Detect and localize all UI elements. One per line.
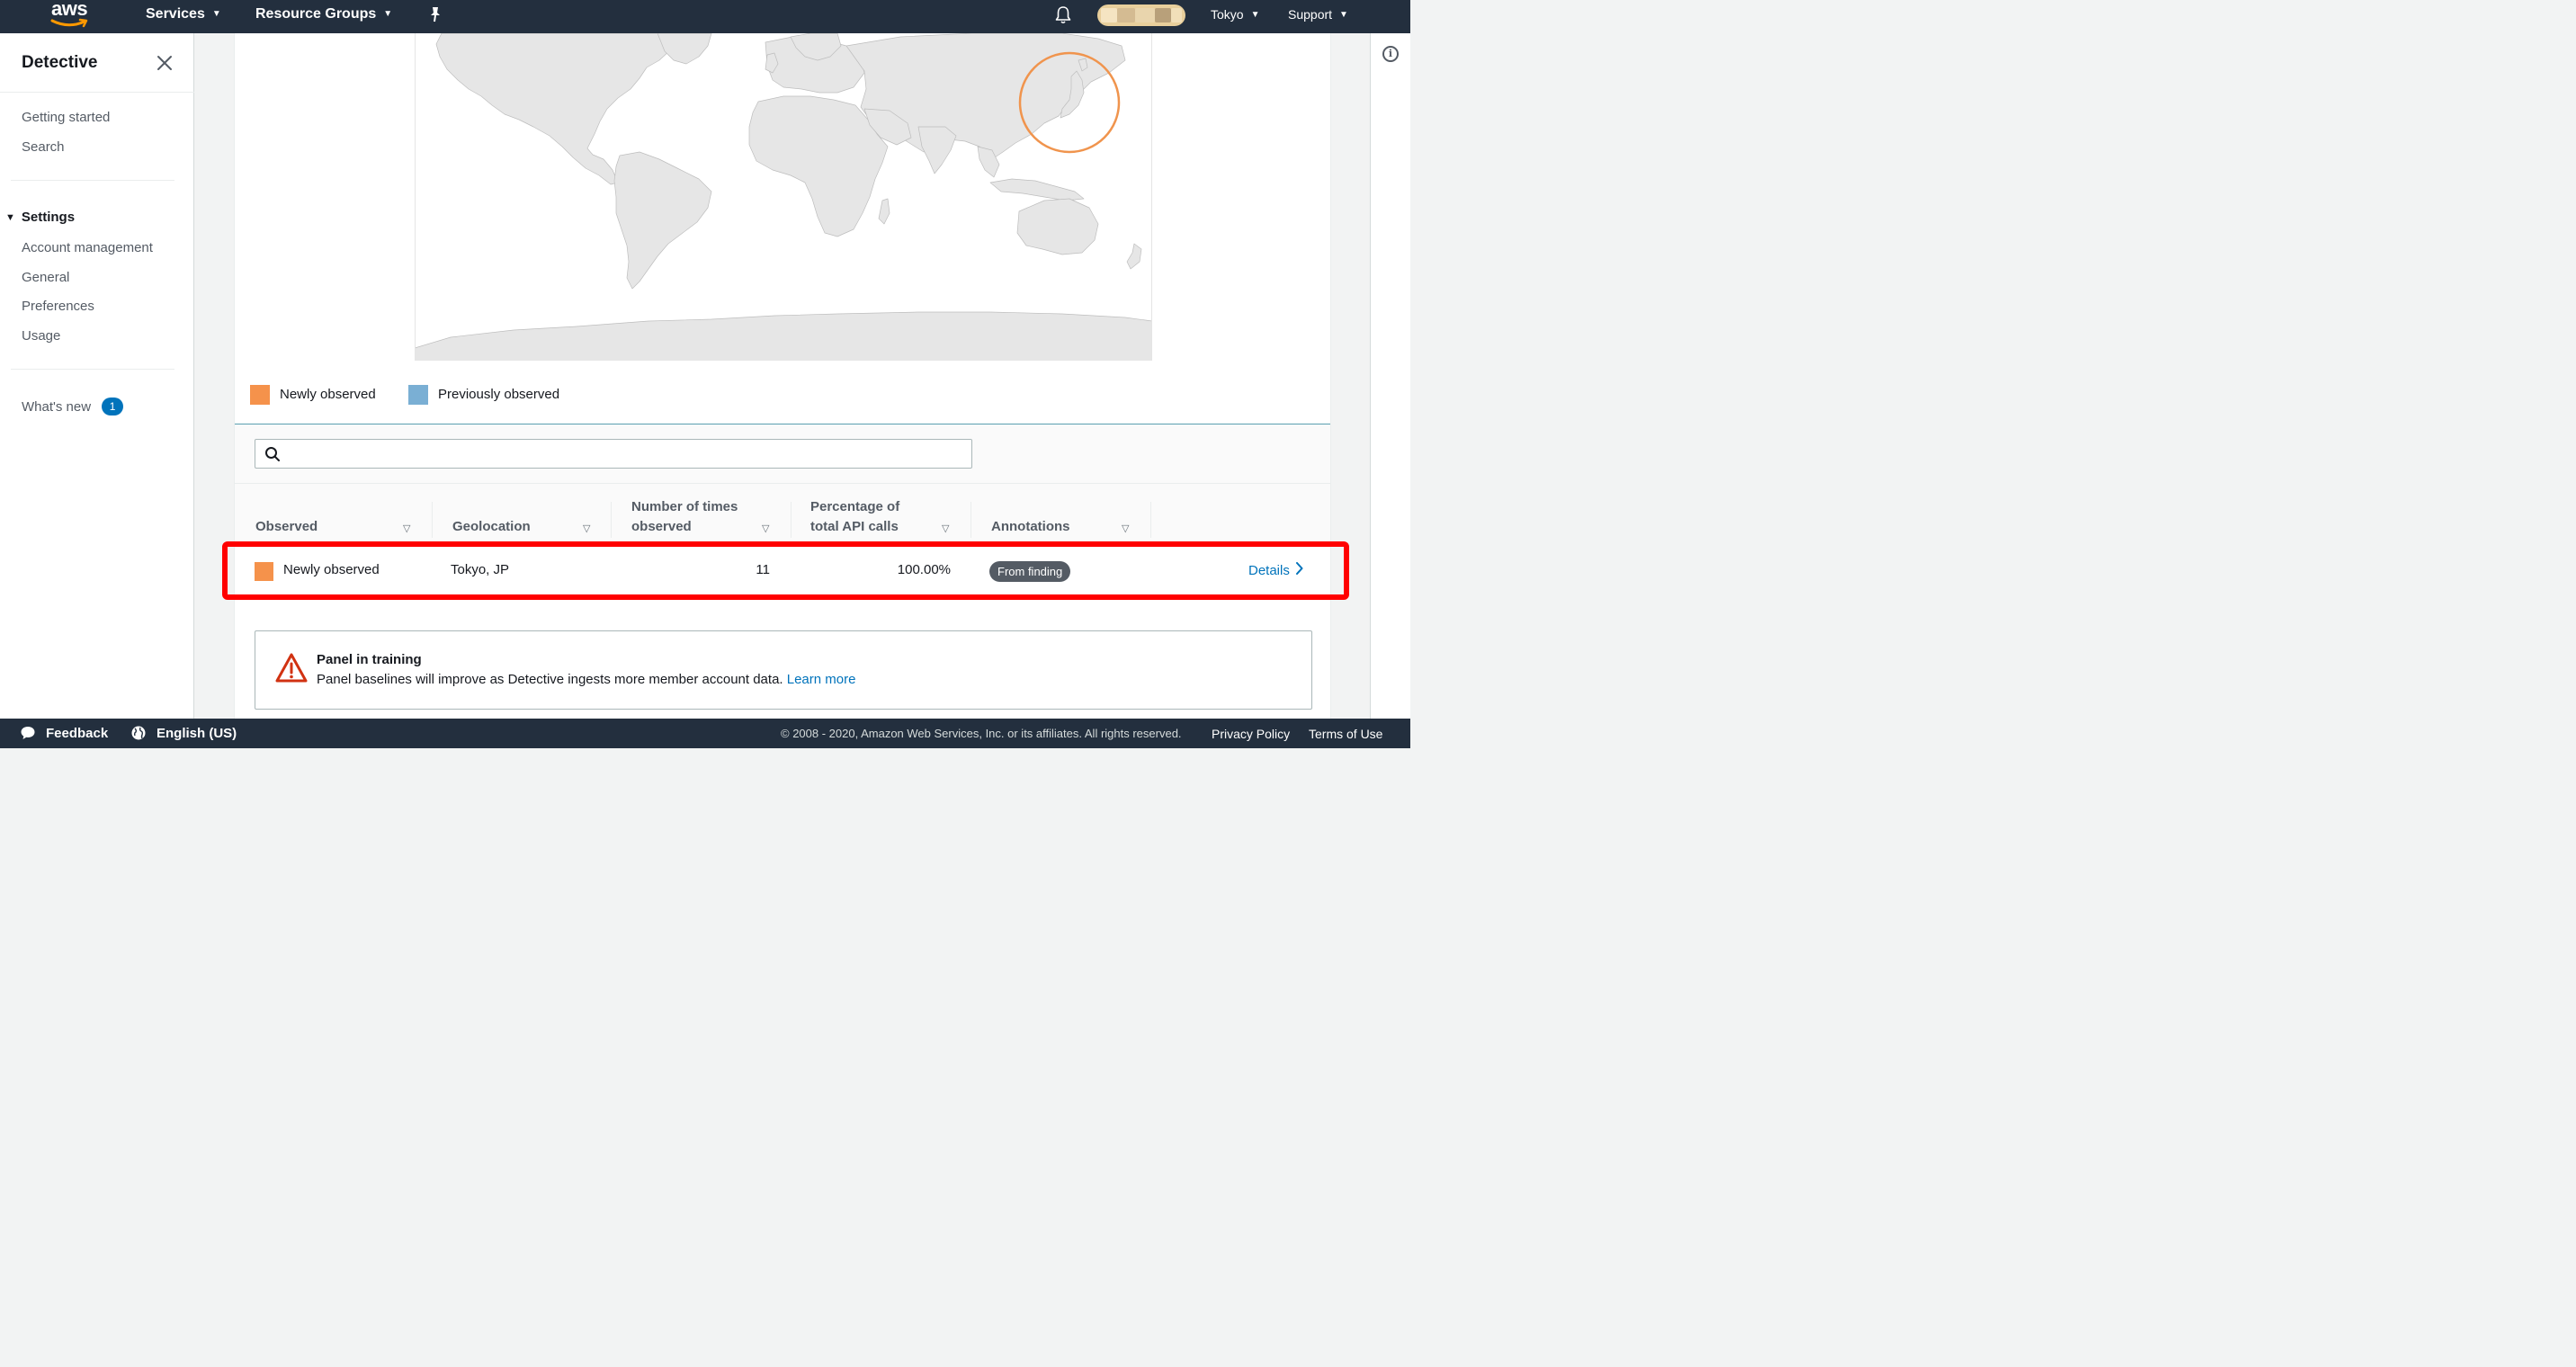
sort-icon: ▽ [403, 523, 411, 534]
console-footer: Feedback English (US) © 2008 - 2020, Ama… [0, 719, 1410, 748]
legend-swatch-previously-observed [408, 385, 428, 405]
table-row[interactable]: Newly observed Tokyo, JP 11 100.00% From… [235, 542, 1330, 602]
table-header: Observed ▽ Geolocation ▽ Number of times… [235, 484, 1330, 541]
column-header-geolocation[interactable]: Geolocation ▽ [433, 484, 612, 541]
whats-new-label: What's new [22, 399, 92, 415]
sort-icon: ▽ [762, 523, 770, 534]
chevron-down-icon: ▼ [383, 9, 393, 19]
redacted-block [1155, 8, 1171, 22]
info-icon[interactable]: i [1382, 46, 1399, 62]
search-icon [265, 447, 280, 461]
language-selector[interactable]: English (US) [157, 726, 237, 741]
region-menu-label: Tokyo [1211, 7, 1244, 22]
sort-icon: ▽ [942, 523, 950, 534]
redacted-block [1101, 8, 1117, 22]
column-header-label: Observed [255, 519, 318, 534]
resource-groups-menu-label: Resource Groups [255, 6, 377, 22]
privacy-policy-link[interactable]: Privacy Policy [1212, 727, 1290, 741]
region-menu[interactable]: Tokyo ▼ [1211, 7, 1259, 22]
pin-icon[interactable] [428, 5, 443, 28]
chevron-down-icon: ▼ [1250, 10, 1260, 20]
map-frame [415, 33, 1152, 361]
search-input[interactable] [286, 443, 961, 465]
whats-new-count-badge: 1 [102, 398, 124, 415]
services-menu-label: Services [146, 6, 205, 22]
column-header-observed[interactable]: Observed ▽ [235, 484, 433, 541]
column-header-label: Annotations [991, 519, 1070, 534]
help-panel-rail: i [1370, 33, 1410, 719]
terms-of-use-link[interactable]: Terms of Use [1309, 727, 1382, 741]
times-observed-cell: 11 [756, 562, 770, 577]
search-box[interactable] [255, 439, 972, 469]
panel-in-training-alert: Panel in training Panel baselines will i… [255, 630, 1312, 710]
close-icon[interactable] [155, 53, 174, 73]
column-header-label: Number of times observed [631, 499, 738, 534]
legend-swatch-newly-observed [250, 385, 270, 405]
percentage-cell: 100.00% [897, 562, 951, 577]
geolocation-cell: Tokyo, JP [451, 562, 510, 577]
newly-observed-swatch [255, 562, 273, 581]
sidebar-divider [11, 180, 174, 181]
column-separator [1150, 502, 1151, 538]
column-header-percentage-of-total-api-calls[interactable]: Percentage of total API calls ▽ [792, 484, 971, 541]
sidebar-divider [11, 369, 174, 370]
sort-icon: ▽ [583, 523, 591, 534]
sidebar-section-label: Settings [21, 210, 76, 225]
side-navigation: Detective Getting started Search ▼ Settin… [0, 33, 194, 719]
notifications-bell-icon[interactable] [1054, 5, 1072, 25]
sidebar-item-whats-new[interactable]: What's new 1 [22, 398, 124, 415]
table-filter-bar [235, 424, 1330, 484]
copyright-notice: © 2008 - 2020, Amazon Web Services, Inc.… [781, 727, 1182, 740]
resource-groups-menu[interactable]: Resource Groups ▼ [255, 6, 392, 22]
aws-logo[interactable]: aws [47, 0, 97, 32]
learn-more-link[interactable]: Learn more [787, 672, 856, 687]
details-link[interactable]: Details [1248, 562, 1303, 578]
alert-title: Panel in training [317, 652, 422, 667]
support-menu-label: Support [1288, 7, 1333, 22]
globe-icon [131, 726, 146, 740]
column-header-label: Percentage of total API calls [810, 499, 900, 534]
chevron-right-icon [1295, 562, 1303, 578]
details-link-label: Details [1248, 563, 1290, 578]
alert-body: Panel baselines will improve as Detectiv… [317, 672, 855, 687]
alert-message: Panel baselines will improve as Detectiv… [317, 672, 783, 687]
services-menu[interactable]: Services ▼ [146, 6, 221, 22]
sidebar-item-general[interactable]: General [22, 270, 69, 285]
chevron-down-icon: ▼ [211, 9, 221, 19]
legend-label-newly-observed: Newly observed [280, 387, 376, 402]
column-header-number-of-times-observed[interactable]: Number of times observed ▽ [612, 484, 792, 541]
sidebar-item-preferences[interactable]: Preferences [22, 299, 94, 314]
redacted-block [1171, 8, 1182, 22]
legend-label-previously-observed: Previously observed [438, 387, 560, 402]
redacted-block [1117, 8, 1135, 22]
observed-cell: Newly observed [283, 562, 380, 577]
warning-triangle-icon [275, 653, 308, 683]
chevron-down-icon: ▼ [1339, 10, 1348, 20]
annotation-badge: From finding [989, 561, 1071, 582]
sort-icon: ▽ [1122, 523, 1130, 534]
sidebar-item-usage[interactable]: Usage [22, 328, 60, 344]
column-header-label: Geolocation [452, 519, 531, 534]
sidebar-item-getting-started[interactable]: Getting started [22, 110, 110, 125]
geolocation-panel: Newly observed Previously observed Obser… [234, 33, 1331, 612]
sidebar-title: Detective [22, 53, 98, 72]
redacted-block [1135, 8, 1155, 22]
column-header-annotations[interactable]: Annotations ▽ [971, 484, 1151, 541]
feedback-link[interactable]: Feedback [46, 726, 108, 741]
sidebar-divider [0, 92, 194, 93]
panel-training-section: Panel in training Panel baselines will i… [234, 612, 1331, 719]
sidebar-item-search[interactable]: Search [22, 139, 65, 155]
sidebar-section-settings[interactable]: ▼ Settings [5, 210, 75, 225]
feedback-speech-bubble-icon [21, 727, 35, 739]
account-menu-redacted[interactable] [1097, 4, 1185, 26]
aws-smile-icon [50, 18, 88, 28]
support-menu[interactable]: Support ▼ [1288, 7, 1348, 22]
top-navigation-bar: aws Services ▼ Resource Groups ▼ Tokyo ▼ Su… [0, 0, 1410, 33]
sidebar-item-account-management[interactable]: Account management [22, 240, 153, 255]
caret-down-icon: ▼ [5, 212, 15, 223]
